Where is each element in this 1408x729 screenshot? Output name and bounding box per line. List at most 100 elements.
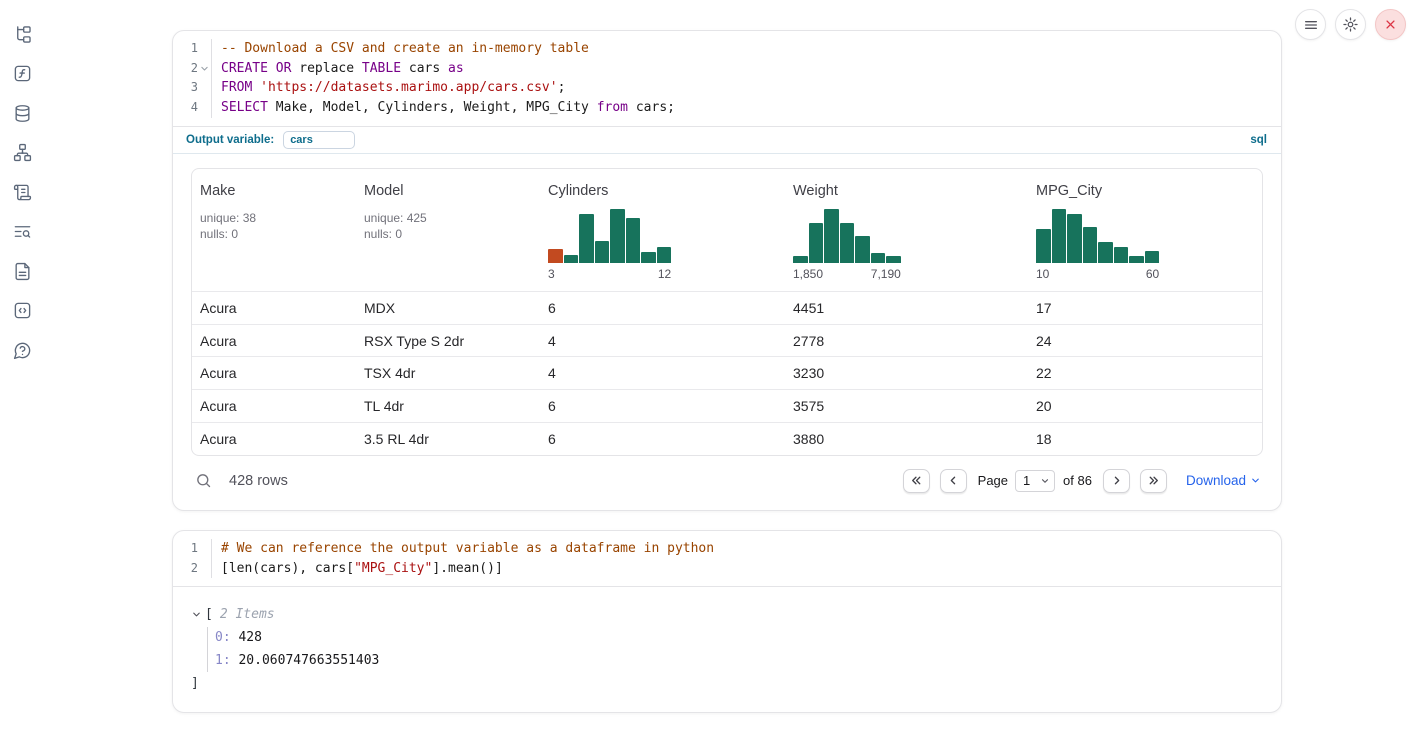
code-line[interactable]: 4SELECT Make, Model, Cylinders, Weight, … — [173, 98, 1281, 118]
code-line[interactable]: 3FROM 'https://datasets.marimo.app/cars.… — [173, 78, 1281, 98]
snippets-icon[interactable] — [11, 300, 33, 322]
code-text: [len(cars), cars["MPG_City"].mean()] — [212, 559, 503, 579]
table-cell: Acura — [192, 365, 356, 381]
python-code-editor[interactable]: 1# We can reference the output variable … — [173, 531, 1281, 587]
code-line[interactable]: 1-- Download a CSV and create an in-memo… — [173, 39, 1281, 59]
column-label[interactable]: MPG_City — [1036, 181, 1254, 201]
python-cell: 1# We can reference the output variable … — [172, 530, 1282, 713]
column-stat: unique: 425 — [364, 210, 532, 227]
download-button[interactable]: Download — [1186, 473, 1261, 488]
tree-collapse-toggle[interactable] — [191, 609, 202, 620]
column-label[interactable]: Model — [364, 181, 532, 201]
code-line[interactable]: 2CREATE OR replace TABLE cars as — [173, 59, 1281, 79]
output-variable-input[interactable] — [283, 131, 355, 149]
histogram-bar — [855, 236, 870, 262]
column-header[interactable]: MPG_City1060 — [1028, 169, 1262, 291]
table-search-icon[interactable] — [193, 472, 214, 489]
histogram-bar — [1083, 227, 1098, 263]
table-cell: 2778 — [785, 333, 1028, 349]
table-row[interactable]: AcuraRSX Type S 2dr4277824 — [192, 324, 1262, 357]
tree-close-bracket: ] — [191, 674, 1265, 694]
table-cell: 3230 — [785, 365, 1028, 381]
window-controls — [1295, 9, 1406, 40]
histogram-bar — [595, 241, 610, 263]
table-row[interactable]: AcuraTL 4dr6357520 — [192, 389, 1262, 422]
histogram-bar — [1067, 214, 1082, 262]
chevron-down-icon — [1040, 476, 1050, 486]
menu-icon[interactable] — [1295, 9, 1326, 40]
column-label[interactable]: Cylinders — [548, 181, 777, 201]
column-header[interactable]: Model unique: 425nulls: 0 — [356, 169, 540, 291]
histogram-axis-label: 1,850 — [793, 267, 823, 281]
table-cell: 20 — [1028, 398, 1262, 414]
column-header[interactable]: Cylinders312 — [540, 169, 785, 291]
column-label[interactable]: Weight — [793, 181, 1020, 201]
histogram-axis-label: 7,190 — [871, 267, 901, 281]
first-page-button[interactable] — [903, 469, 930, 493]
histogram-bar — [793, 256, 808, 263]
histogram-bar — [657, 247, 672, 262]
histogram-bar — [579, 214, 594, 262]
tree-entry-value: 20.060747663551403 — [231, 653, 380, 668]
column-label[interactable]: Make — [200, 181, 348, 201]
sql-output-region: Make unique: 38 nulls: 0Model unique: 425nu… — [173, 154, 1281, 510]
histogram-bar — [824, 209, 839, 262]
column-stat: unique: 38 — [200, 210, 348, 227]
documentation-icon[interactable] — [11, 260, 33, 282]
table-row[interactable]: AcuraMDX6445117 — [192, 291, 1262, 324]
data-sources-icon[interactable] — [11, 102, 33, 124]
code-token: as — [448, 61, 464, 76]
last-page-button[interactable] — [1140, 469, 1167, 493]
chevron-down-icon — [1250, 475, 1261, 486]
table-cell: Acura — [192, 431, 356, 447]
tree-entries: 0: 4281: 20.060747663551403 — [207, 627, 1265, 672]
code-token: OR — [276, 61, 292, 76]
dependency-graph-icon[interactable] — [11, 142, 33, 164]
output-variable-label: Output variable: — [186, 134, 274, 146]
page-label: Page — [978, 473, 1008, 488]
download-label: Download — [1186, 473, 1246, 488]
table-cell: TL 4dr — [356, 398, 540, 414]
table-cell: 24 — [1028, 333, 1262, 349]
column-header[interactable]: Makeunique: 38nulls: 0 — [192, 169, 356, 291]
histogram-bar — [610, 209, 625, 262]
gutter-spacer — [198, 78, 212, 98]
sql-cell: 1-- Download a CSV and create an in-memo… — [172, 30, 1282, 511]
table-row[interactable]: AcuraTSX 4dr4323022 — [192, 356, 1262, 389]
logs-icon[interactable] — [11, 221, 33, 243]
shutdown-close-icon[interactable] — [1375, 9, 1406, 40]
histogram-bar — [548, 249, 563, 263]
sql-code-editor[interactable]: 1-- Download a CSV and create an in-memo… — [173, 31, 1281, 126]
table-cell: 4451 — [785, 300, 1028, 316]
column-header[interactable]: Weight 1,850 7,190 — [785, 169, 1028, 291]
table-row[interactable]: Acura3.5 RL 4dr6388018 — [192, 422, 1262, 455]
table-cell: 4 — [540, 333, 785, 349]
file-explorer-icon[interactable] — [11, 23, 33, 45]
code-token — [268, 61, 276, 76]
table-cell: 3880 — [785, 431, 1028, 447]
histogram-bar — [1098, 242, 1113, 263]
page-select-value: 1 — [1023, 473, 1030, 488]
code-token: ].mean()] — [432, 561, 502, 576]
fold-toggle-icon[interactable] — [198, 59, 212, 79]
code-line[interactable]: 2[len(cars), cars["MPG_City"].mean()] — [173, 559, 1281, 579]
column-stat: nulls: 0 — [364, 226, 532, 243]
code-token: cars; — [628, 100, 675, 115]
table-cell: 6 — [540, 300, 785, 316]
line-number: 4 — [173, 98, 198, 118]
code-text: CREATE OR replace TABLE cars as — [212, 59, 464, 79]
help-icon[interactable] — [11, 339, 33, 361]
code-token: [len(cars), cars[ — [221, 561, 354, 576]
scratchpad-icon[interactable] — [11, 181, 33, 203]
prev-page-button[interactable] — [940, 469, 967, 493]
next-page-button[interactable] — [1103, 469, 1130, 493]
gutter-spacer — [198, 98, 212, 118]
histogram-axis-label: 10 — [1036, 267, 1049, 281]
gutter-spacer — [198, 39, 212, 59]
tree-entry-key: 1: — [215, 653, 231, 668]
settings-gear-icon[interactable] — [1335, 9, 1366, 40]
page-select[interactable]: 1 — [1015, 470, 1055, 492]
histogram-axis-label: 3 — [548, 267, 555, 281]
variables-icon[interactable] — [11, 63, 33, 85]
code-line[interactable]: 1# We can reference the output variable … — [173, 539, 1281, 559]
